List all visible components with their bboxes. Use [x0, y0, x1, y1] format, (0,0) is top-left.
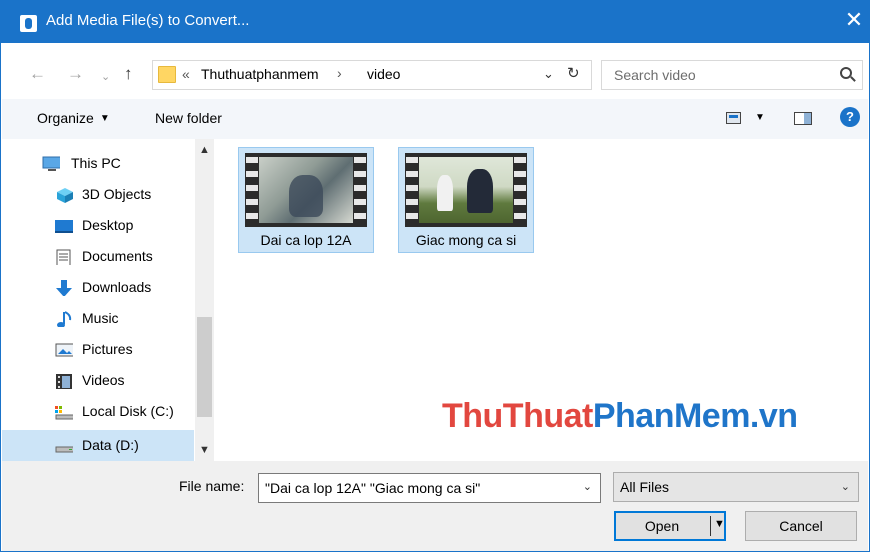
pictures-icon — [55, 343, 73, 357]
nav-item-local-disk-c[interactable]: Local Disk (C:) — [2, 396, 194, 427]
nav-item-label: Pictures — [82, 341, 133, 357]
documents-icon — [56, 249, 71, 265]
file-name: Dai ca lop 12A — [260, 232, 352, 248]
close-button[interactable]: ✕ — [843, 9, 865, 31]
nav-item-label: This PC — [71, 155, 121, 171]
file-name-input[interactable]: "Dai ca lop 12A" "Giac mong ca si" ⌄ — [258, 473, 601, 503]
nav-item-label: Data (D:) — [82, 437, 139, 453]
search-input[interactable]: Search video — [601, 60, 863, 90]
film-strip-right — [354, 153, 366, 227]
nav-item-label: Music — [82, 310, 119, 326]
nav-item-this-pc[interactable]: This PC — [2, 148, 194, 179]
organize-caret-icon: ▼ — [99, 113, 110, 124]
file-item[interactable]: Giac mong ca si — [398, 147, 534, 253]
app-icon — [20, 15, 37, 32]
title-bar[interactable]: Add Media File(s) to Convert... ✕ — [1, 1, 870, 43]
film-strip-left — [246, 153, 258, 227]
cancel-label: Cancel — [779, 518, 823, 534]
scroll-down-icon[interactable]: ▼ — [195, 439, 214, 461]
nav-item-downloads[interactable]: Downloads — [2, 272, 194, 303]
view-options-caret-icon[interactable]: ▼ — [755, 112, 765, 123]
nav-item-music[interactable]: Music — [2, 303, 194, 334]
breadcrumb-thuthuatphanmem[interactable]: Thuthuatphanmem — [201, 66, 319, 82]
nav-item-3d-objects[interactable]: 3D Objects — [2, 179, 194, 210]
nav-item-videos[interactable]: Videos — [2, 365, 194, 396]
drive-icon — [55, 446, 73, 453]
thumbnail-image — [419, 157, 513, 223]
file-name: Giac mong ca si — [415, 232, 517, 248]
nav-item-pictures[interactable]: Pictures — [2, 334, 194, 365]
open-button[interactable]: Open ▼ — [614, 511, 726, 541]
organize-label: Organize — [37, 110, 94, 126]
open-split-divider — [710, 516, 711, 536]
back-arrow-icon[interactable]: ← — [29, 65, 46, 83]
dialog-footer: File name: "Dai ca lop 12A" "Giac mong c… — [2, 461, 868, 551]
search-icon[interactable] — [840, 67, 852, 79]
organize-button[interactable]: Organize ▼ — [37, 110, 110, 126]
help-icon[interactable]: ? — [840, 107, 860, 127]
navigation-pane: This PC 3D Objects Desktop Documents Dow… — [2, 139, 214, 461]
scrollbar-thumb[interactable] — [197, 317, 212, 417]
breadcrumb-video[interactable]: video — [367, 66, 400, 82]
add-media-dialog: Add Media File(s) to Convert... ✕ ← → ⌄ … — [0, 0, 870, 552]
scroll-up-icon[interactable]: ▲ — [195, 139, 214, 161]
file-type-value: All Files — [620, 479, 670, 495]
local-disk-icon — [55, 406, 73, 420]
3d-objects-icon — [57, 188, 73, 203]
nav-item-label: Local Disk (C:) — [82, 403, 174, 419]
folder-icon — [158, 66, 176, 83]
this-pc-icon — [42, 156, 60, 171]
address-dropdown-icon[interactable]: ⌄ — [543, 66, 554, 82]
forward-arrow-icon[interactable]: → — [67, 65, 84, 83]
watermark-part1: ThuThuat — [442, 397, 593, 435]
music-icon — [57, 311, 72, 327]
downloads-icon — [56, 280, 72, 296]
nav-item-data-d[interactable]: Data (D:) — [2, 430, 194, 461]
watermark-part2: PhanMem.vn — [592, 397, 798, 435]
file-name-label: File name: — [179, 478, 245, 494]
search-placeholder: Search video — [614, 67, 696, 83]
file-type-dropdown-icon[interactable]: ⌄ — [841, 480, 850, 493]
video-thumbnail — [245, 153, 367, 227]
command-bar: Organize ▼ New folder ▼ ? — [2, 99, 868, 139]
nav-item-label: Downloads — [82, 279, 152, 295]
breadcrumb-separator-icon[interactable]: › — [337, 65, 342, 81]
change-view-icon[interactable] — [726, 112, 741, 124]
up-arrow-icon[interactable]: ↑ — [124, 65, 133, 83]
desktop-icon — [55, 220, 73, 233]
recent-locations-chevron-icon[interactable]: ⌄ — [101, 68, 110, 86]
file-item[interactable]: Dai ca lop 12A — [238, 147, 374, 253]
file-name-value: "Dai ca lop 12A" "Giac mong ca si" — [265, 480, 481, 496]
nav-item-desktop[interactable]: Desktop — [2, 210, 194, 241]
nav-item-label: Desktop — [82, 217, 134, 233]
videos-icon — [56, 374, 72, 389]
new-folder-button[interactable]: New folder — [155, 110, 222, 126]
nav-item-label: Videos — [82, 372, 125, 388]
nav-scrollbar[interactable]: ▲ ▼ — [195, 139, 214, 461]
overflow-chevron-icon[interactable]: « — [182, 66, 190, 82]
open-label: Open — [644, 518, 680, 534]
file-type-select[interactable]: All Files ⌄ — [613, 472, 859, 502]
file-name-dropdown-icon[interactable]: ⌄ — [583, 480, 592, 493]
thumbnail-image — [259, 157, 353, 223]
refresh-icon[interactable]: ↻ — [567, 64, 580, 82]
open-dropdown-icon[interactable]: ▼ — [714, 518, 725, 530]
film-strip-left — [406, 153, 418, 227]
cancel-button[interactable]: Cancel — [745, 511, 857, 541]
nav-item-label: 3D Objects — [82, 186, 152, 202]
film-strip-right — [514, 153, 526, 227]
address-bar[interactable]: « Thuthuatphanmem › video ⌄ ↻ — [152, 60, 592, 90]
watermark-logo: ThuThuatPhanMem.vn — [442, 397, 798, 436]
window-title: Add Media File(s) to Convert... — [46, 12, 250, 29]
video-thumbnail — [405, 153, 527, 227]
nav-item-documents[interactable]: Documents — [2, 241, 194, 272]
preview-pane-icon[interactable] — [794, 112, 812, 125]
nav-item-label: Documents — [82, 248, 153, 264]
